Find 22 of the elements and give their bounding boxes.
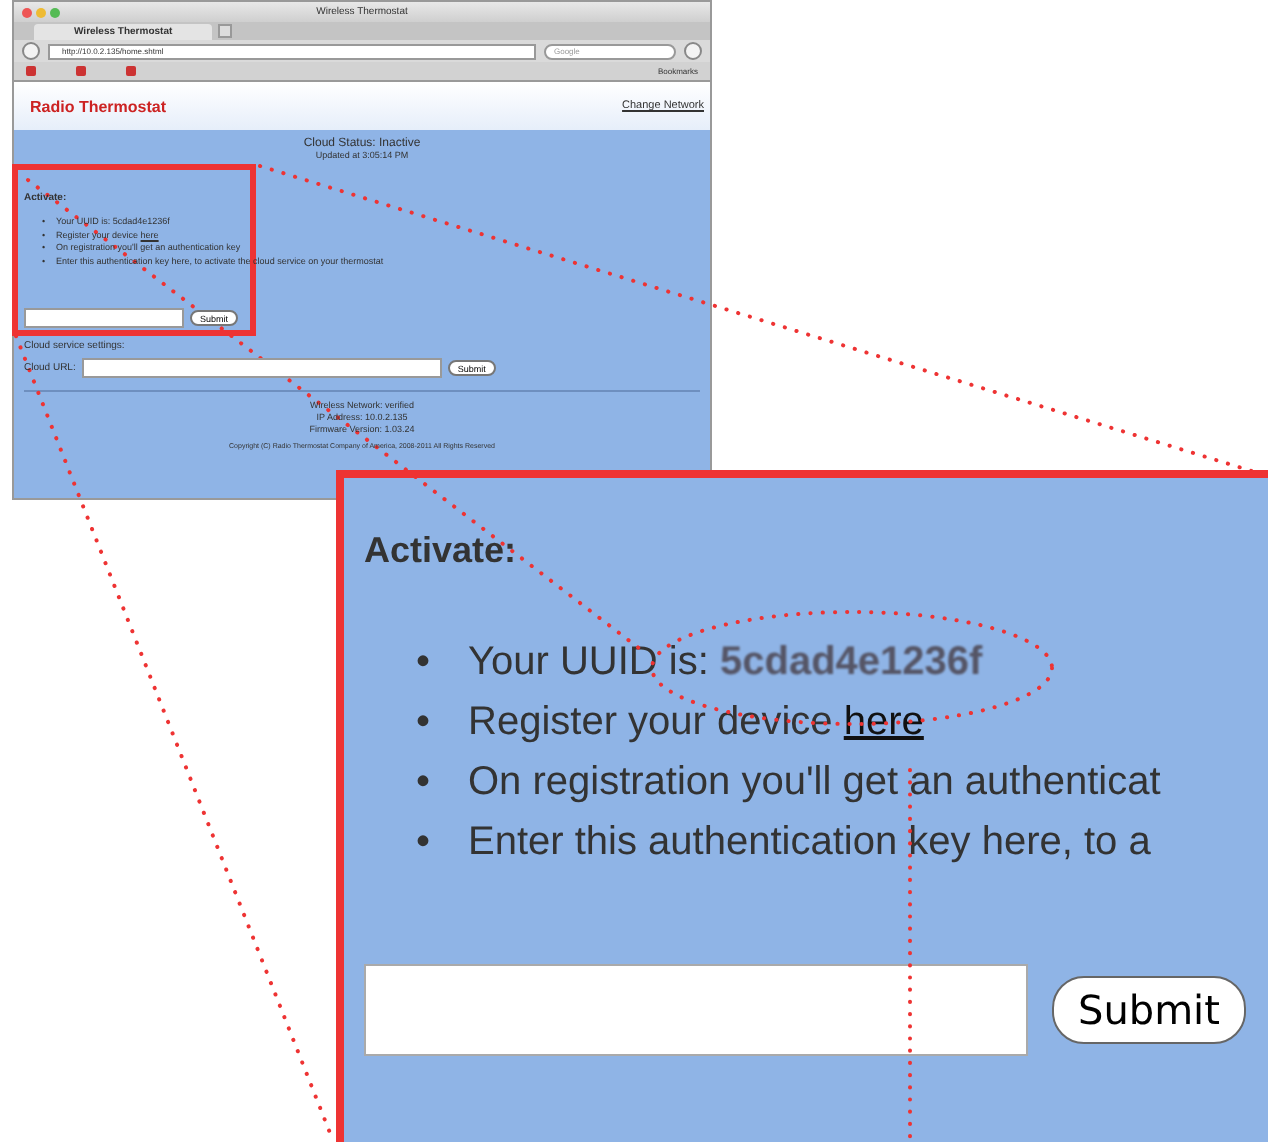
bullet: • (416, 758, 433, 808)
uuid-value: 5cdad4e1236f (719, 638, 983, 688)
bullet: • (416, 698, 433, 748)
bullet: • (416, 638, 433, 688)
section-heading: Activate: (364, 530, 519, 572)
close-icon[interactable] (22, 7, 32, 17)
bookmark-icon[interactable] (126, 66, 136, 76)
logo: Radio Thermostat (30, 97, 167, 115)
list-item: Your UUID is: (468, 638, 709, 688)
list-item: On registration you'll get an authenticat (468, 758, 1161, 808)
cloud-url-field[interactable] (81, 358, 442, 378)
minimize-icon[interactable] (36, 7, 46, 17)
zoom-icon[interactable] (50, 7, 60, 17)
submit-button[interactable]: Submit (1052, 976, 1246, 1044)
list-item: Enter this authentication key here, to a (468, 818, 1151, 868)
key-input-field[interactable] (24, 308, 184, 328)
bookmark-icon[interactable] (76, 66, 86, 76)
bullet: • (416, 818, 433, 868)
key-input-field[interactable] (364, 964, 1028, 1056)
list-item: Register your device (468, 698, 833, 748)
register-link[interactable]: here (843, 692, 924, 752)
bookmark-icon[interactable] (26, 66, 36, 76)
